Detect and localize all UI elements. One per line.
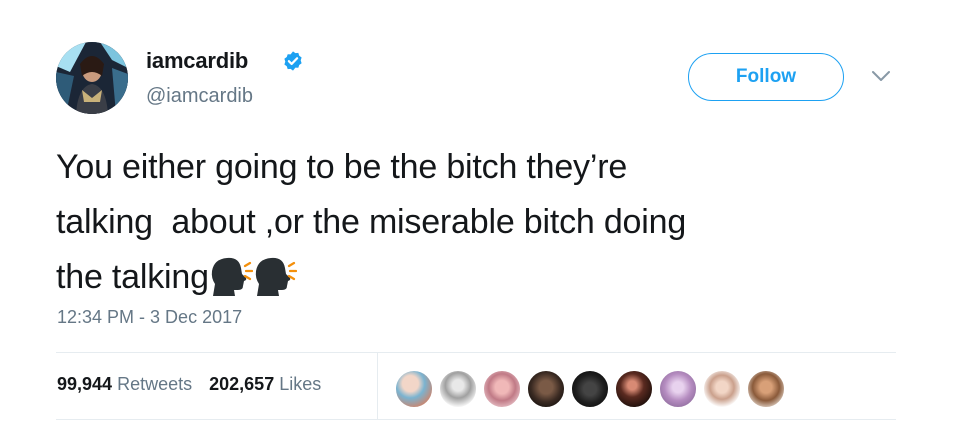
divider [56, 419, 896, 420]
tweet-card: iamcardib @iamcardib Follow You either g… [0, 0, 954, 426]
tweet-text: You either going to be the bitch they’re… [56, 140, 876, 305]
profile-avatar[interactable] [56, 42, 128, 114]
speaking-head-icon [211, 257, 253, 296]
divider [56, 352, 896, 353]
liker-avatar[interactable] [394, 369, 434, 409]
verified-badge-icon [284, 51, 302, 71]
liker-avatar[interactable] [482, 369, 522, 409]
likes-label: Likes [279, 374, 322, 394]
tweet-text-line-2: talking about ,or the miserable bitch do… [56, 203, 687, 241]
liker-avatar[interactable] [746, 369, 786, 409]
avatar-image [56, 42, 128, 114]
tweet-stats: 99,944 Retweets 202,657 Likes [57, 374, 333, 395]
liker-avatar[interactable] [614, 369, 654, 409]
display-name[interactable]: iamcardib [146, 48, 248, 74]
retweets-stat[interactable]: 99,944 Retweets [57, 374, 192, 394]
chevron-down-icon[interactable] [870, 68, 892, 84]
tweet-timestamp[interactable]: 12:34 PM - 3 Dec 2017 [57, 307, 242, 328]
liker-avatar[interactable] [438, 369, 478, 409]
tweet-text-line-1: You either going to be the bitch they’re [56, 148, 628, 186]
likes-count: 202,657 [209, 374, 275, 394]
retweets-count: 99,944 [57, 374, 113, 394]
stats-separator [377, 353, 378, 419]
liker-avatar[interactable] [570, 369, 610, 409]
follow-button[interactable]: Follow [688, 53, 844, 101]
likes-stat[interactable]: 202,657 Likes [209, 374, 321, 394]
screen-name[interactable]: @iamcardib [146, 85, 253, 108]
retweets-label: Retweets [117, 374, 193, 394]
tweet-text-line-3: the talking [56, 258, 209, 296]
liker-avatar[interactable] [526, 369, 566, 409]
speaking-head-icon [255, 257, 297, 296]
liker-avatar[interactable] [658, 369, 698, 409]
liker-avatar[interactable] [702, 369, 742, 409]
